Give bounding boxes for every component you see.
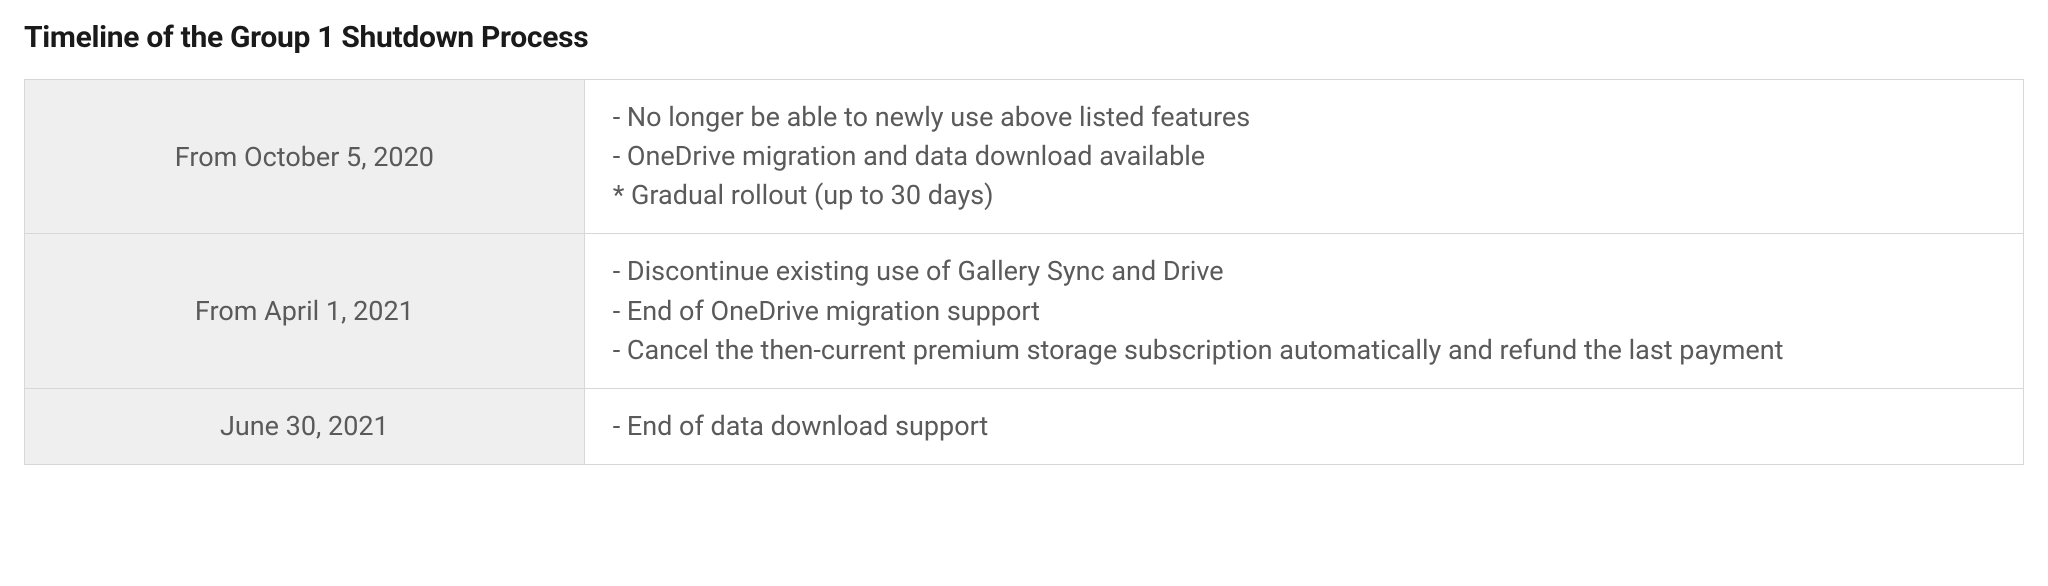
desc-cell: - End of data download support	[584, 388, 2023, 464]
table-row: From April 1, 2021 - Discontinue existin…	[25, 234, 2024, 388]
page-title: Timeline of the Group 1 Shutdown Process	[24, 20, 2024, 55]
timeline-table: From October 5, 2020 - No longer be able…	[24, 79, 2024, 465]
desc-cell: - Discontinue existing use of Gallery Sy…	[584, 234, 2023, 388]
table-row: From October 5, 2020 - No longer be able…	[25, 80, 2024, 234]
date-cell: From April 1, 2021	[25, 234, 585, 388]
date-cell: From October 5, 2020	[25, 80, 585, 234]
table-row: June 30, 2021 - End of data download sup…	[25, 388, 2024, 464]
desc-cell: - No longer be able to newly use above l…	[584, 80, 2023, 234]
date-cell: June 30, 2021	[25, 388, 585, 464]
